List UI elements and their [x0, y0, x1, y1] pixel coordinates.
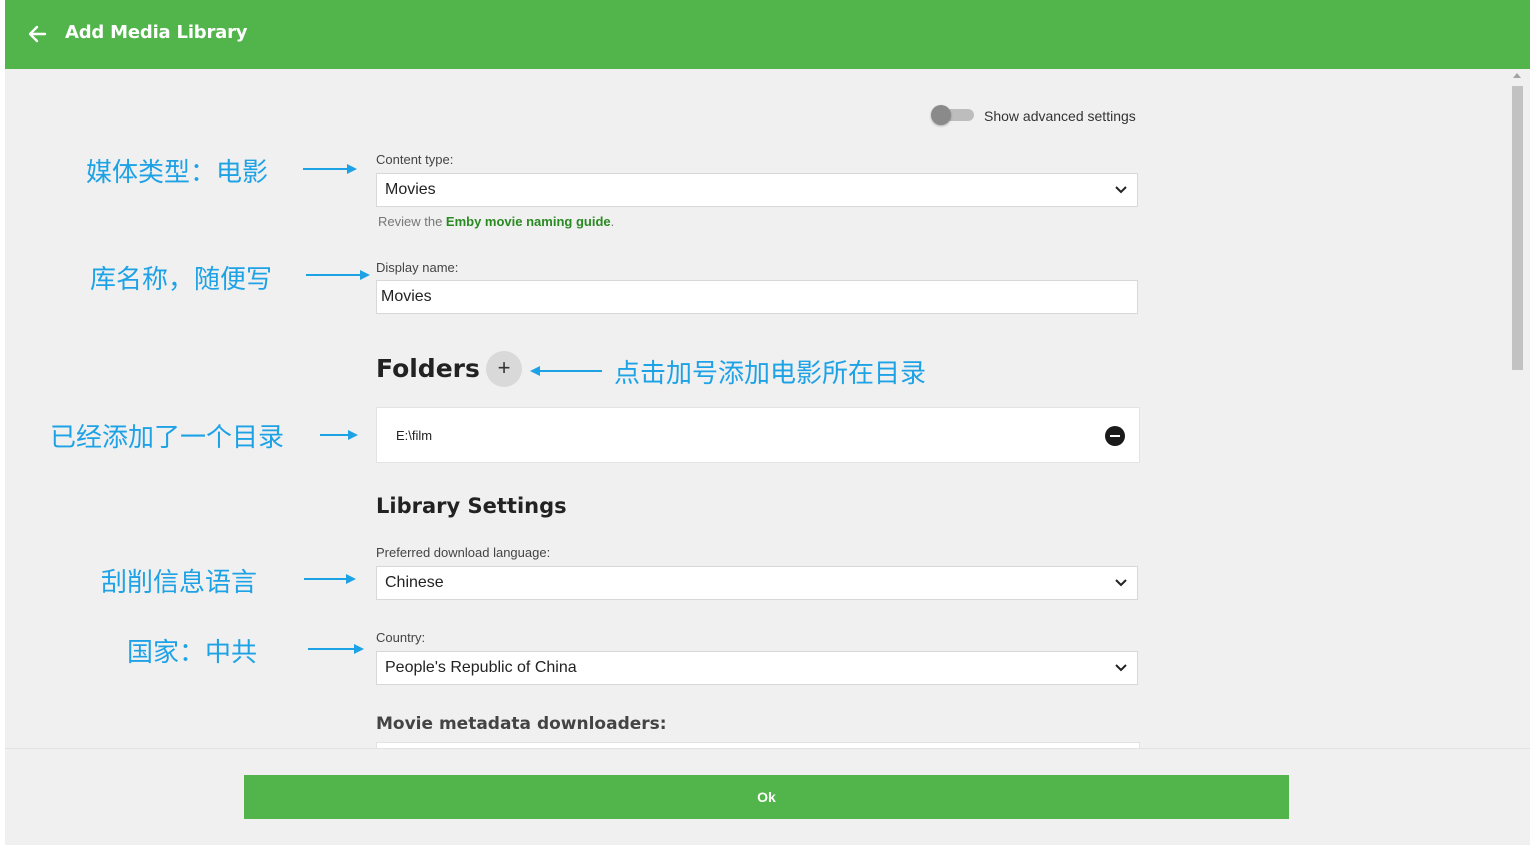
content-type-label: Content type: — [376, 152, 454, 167]
add-media-library-dialog: Add Media Library Show advanced settings… — [5, 0, 1530, 845]
chevron-down-icon — [1115, 664, 1127, 672]
display-name-input[interactable]: Movies — [376, 280, 1138, 314]
folder-path: E:\film — [396, 428, 433, 443]
naming-guide-link[interactable]: Emby movie naming guide — [446, 214, 611, 229]
annotation-language: 刮削信息语言 — [101, 568, 258, 598]
annotation-arrow-right-icon — [303, 164, 357, 174]
annotation-display-name: 库名称，随便写 — [90, 265, 273, 295]
language-value: Chinese — [385, 574, 444, 591]
library-settings-title: Library Settings — [376, 494, 567, 518]
annotation-arrow-right-icon — [308, 644, 364, 654]
annotation-folder-added: 已经添加了一个目录 — [50, 423, 285, 453]
country-value: People's Republic of China — [385, 659, 577, 676]
hint-suffix: . — [610, 214, 615, 229]
toggle-knob — [931, 105, 951, 125]
add-folder-button[interactable]: + — [486, 351, 522, 387]
settings-scroll-area: Show advanced settings Content type: Mov… — [5, 69, 1530, 748]
annotation-content-type: 媒体类型：电影 — [86, 158, 269, 188]
vertical-scrollbar[interactable] — [1509, 69, 1526, 748]
chevron-down-icon — [1115, 186, 1127, 194]
metadata-downloaders-title: Movie metadata downloaders: — [376, 714, 667, 734]
language-select[interactable]: Chinese — [376, 566, 1138, 600]
display-name-label: Display name: — [376, 260, 459, 275]
advanced-settings-label: Show advanced settings — [984, 108, 1136, 124]
annotation-country: 国家：中共 — [127, 638, 258, 668]
back-arrow-icon[interactable] — [23, 20, 53, 48]
folders-title: Folders — [376, 354, 480, 383]
country-select[interactable]: People's Republic of China — [376, 651, 1138, 685]
chevron-down-icon — [1115, 579, 1127, 587]
header-bar: Add Media Library — [5, 0, 1530, 69]
hint-prefix: Review the — [378, 214, 446, 229]
scrollbar-thumb[interactable] — [1512, 86, 1523, 370]
display-name-value: Movies — [381, 288, 432, 305]
page-title: Add Media Library — [65, 22, 248, 43]
annotation-arrow-left-icon — [530, 366, 602, 376]
country-label: Country: — [376, 630, 426, 645]
naming-guide-hint: Review the Emby movie naming guide. — [378, 214, 614, 229]
content-type-select[interactable]: Movies — [376, 173, 1138, 207]
scroll-up-arrow-icon[interactable] — [1513, 73, 1521, 78]
content-type-value: Movies — [385, 181, 436, 198]
annotation-arrow-right-icon — [304, 574, 356, 584]
language-label: Preferred download language: — [376, 545, 551, 560]
folder-item: E:\film — [376, 407, 1140, 463]
ok-button[interactable]: Ok — [244, 775, 1289, 819]
annotation-arrow-right-icon — [320, 430, 358, 440]
annotation-add-folder: 点击加号添加电影所在目录 — [614, 359, 927, 389]
dialog-footer: Ok — [5, 748, 1530, 845]
remove-folder-icon[interactable] — [1105, 426, 1125, 446]
annotation-arrow-right-icon — [306, 270, 370, 280]
